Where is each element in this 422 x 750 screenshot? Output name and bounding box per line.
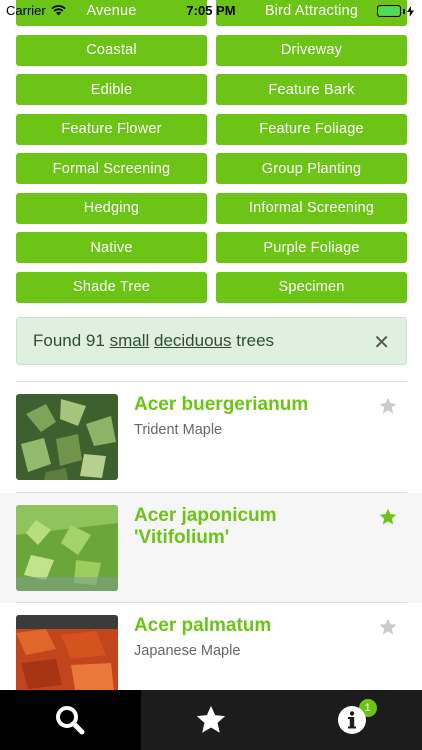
tree-botanical-name: Acer palmatum	[134, 615, 272, 636]
info-icon	[337, 706, 366, 734]
close-icon[interactable]: ✕	[373, 330, 390, 355]
tag-button[interactable]: Group Planting	[216, 153, 407, 184]
tag-button[interactable]: Specimen	[216, 271, 407, 303]
tag-button[interactable]: Edible	[16, 74, 207, 105]
tag-button[interactable]: Native	[16, 232, 207, 263]
tree-botanical-name: Acer japonicum 'Vitifolium'	[134, 505, 277, 548]
tree-common-name: Japanese Maple	[134, 643, 241, 659]
tag-button[interactable]: Avenue	[16, 0, 207, 26]
tree-photo	[16, 505, 118, 591]
favorite-star-icon[interactable]	[378, 507, 398, 527]
star-icon	[196, 705, 226, 733]
type-filter-link[interactable]: deciduous	[154, 331, 232, 351]
tree-photo	[16, 394, 118, 480]
tag-button[interactable]: Shade Tree	[16, 271, 207, 303]
results-count: Found 91	[33, 331, 105, 350]
favorite-star-icon[interactable]	[378, 617, 398, 637]
tag-button[interactable]: Coastal	[16, 34, 207, 66]
search-icon	[56, 706, 85, 735]
tag-button[interactable]: Bird Attracting	[216, 0, 407, 26]
tree-botanical-name: Acer buergerianum	[134, 394, 309, 415]
favorite-star-icon[interactable]	[378, 396, 398, 416]
tag-button[interactable]: Formal Screening	[16, 153, 207, 184]
tree-common-name: Trident Maple	[134, 422, 223, 438]
charging-bolt-icon	[407, 5, 414, 17]
tab-bar: 1	[0, 690, 422, 750]
tag-button[interactable]: Feature Foliage	[216, 113, 407, 145]
tab-info[interactable]	[281, 690, 422, 750]
size-filter-link[interactable]: small	[110, 331, 150, 351]
tag-button[interactable]: Driveway	[216, 34, 407, 66]
tag-button[interactable]: Feature Bark	[216, 74, 407, 105]
results-suffix: trees	[236, 331, 275, 350]
tag-button[interactable]: Hedging	[16, 192, 207, 224]
tree-list-item[interactable]: Acer buergerianum Trident Maple	[0, 382, 422, 492]
tag-button[interactable]: Feature Flower	[16, 113, 207, 145]
tag-button[interactable]: Purple Foliage	[216, 232, 407, 263]
tab-search[interactable]	[0, 690, 141, 750]
results-banner: Found 91 small deciduous trees ✕	[16, 317, 407, 365]
tree-list-item[interactable]: Acer japonicum 'Vitifolium'	[0, 493, 422, 603]
tab-favorites[interactable]: 1	[141, 690, 377, 750]
tag-filter-grid: Avenue Bird Attracting Coastal Driveway …	[16, 0, 407, 303]
tree-photo	[16, 615, 118, 701]
tag-button[interactable]: Informal Screening	[216, 192, 407, 224]
